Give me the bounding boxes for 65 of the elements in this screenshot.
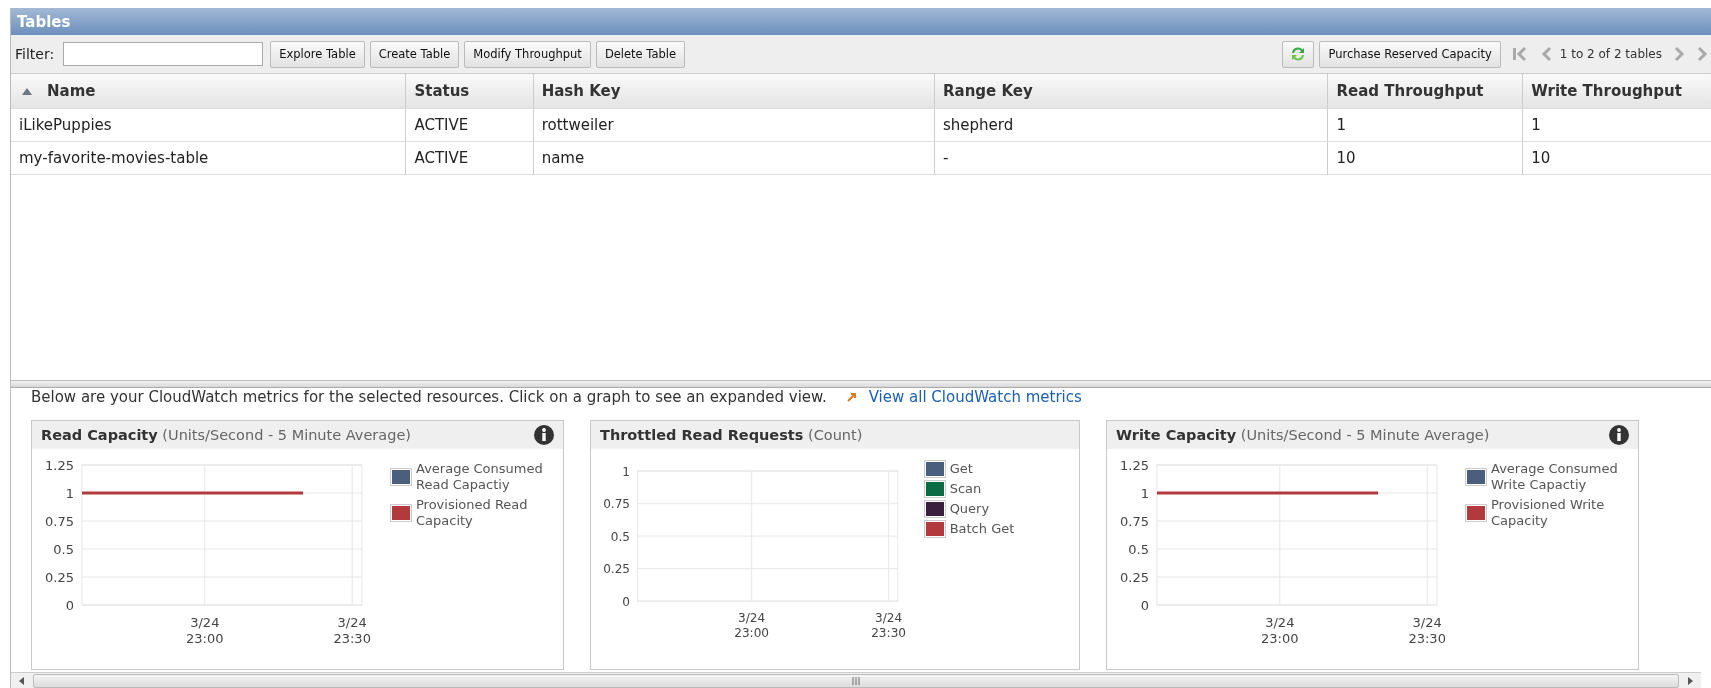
legend-label: Average Consumed Read Capactiy (416, 461, 544, 493)
table-cell: 10 (1328, 142, 1524, 174)
toolbar-button[interactable]: Create Table (369, 40, 460, 68)
y-tick-label: 0 (622, 594, 631, 609)
y-tick-label: 1.25 (45, 458, 74, 473)
legend-label: Get (949, 461, 973, 477)
y-tick-label: 0.75 (1120, 514, 1149, 529)
table-cell: rottweiler (533, 109, 935, 141)
y-tick-label: 0.5 (53, 542, 74, 557)
column-header[interactable]: Range Key (935, 74, 1329, 108)
x-tick-label: 3/24 23:00 (1261, 615, 1299, 646)
table-cell: 10 (1523, 142, 1711, 174)
table-cell: shepherd (935, 109, 1329, 141)
table-cell: ACTIVE (406, 142, 534, 174)
chart-card[interactable]: Read Capacity (Units/Second - 5 Minute Average) 0 0.25 0.5 0.75 1 1.25 3/24 23:00 3/24 23:30 Average Consumed Read Capactiy Provisioned Read Capacity (31, 420, 564, 670)
y-tick-label: 0.5 (1128, 542, 1149, 557)
chart-card[interactable]: Write Capacity (Units/Second - 5 Minute Average) 0 0.25 0.5 0.75 1 1.25 3/24 23:00 3/24 23:30 Average Consumed Write Capactiy Provisioned Write Capacity (1106, 420, 1639, 670)
column-header[interactable]: Read Throughput (1328, 74, 1524, 108)
table-cell: name (533, 142, 935, 174)
column-header[interactable]: Status (406, 74, 534, 108)
x-tick-label: 3/24 23:30 (1408, 615, 1446, 646)
y-tick-label: 1 (65, 486, 74, 501)
y-tick-label: 0.75 (603, 497, 631, 512)
chart-card[interactable]: Throttled Read Requests (Count) 0 0.25 0.5 0.75 1 3/24 23:00 3/24 23:30 Get Scan Query Batch Get (590, 420, 1080, 670)
chart-title: Write Capacity (Units/Second - 5 Minute Average) (1116, 427, 1490, 443)
y-tick-label: 0.25 (45, 570, 74, 585)
table-cell: ACTIVE (406, 109, 534, 141)
y-tick-label: 0.5 (610, 529, 631, 544)
y-tick-label: 1 (622, 464, 631, 479)
x-tick-label: 3/24 23:00 (734, 610, 770, 640)
x-tick-label: 3/24 23:00 (186, 615, 224, 646)
legend-label: Provisioned Write Capacity (1491, 497, 1606, 529)
toolbar-button[interactable]: Delete Table (595, 40, 686, 68)
legend-label: Query (949, 501, 990, 517)
column-header[interactable]: Write Throughput (1523, 74, 1711, 108)
legend-label: Scan (949, 481, 982, 497)
intro-text: Below are your CloudWatch metrics for the selected resources. Click on a graph to see an expanded view. (31, 388, 827, 406)
pager-text: 1 to 2 of 2 tables (1559, 47, 1662, 61)
toolbar-button[interactable]: Explore Table (270, 40, 365, 68)
y-tick-label: 0.25 (603, 562, 631, 577)
table-cell: - (935, 142, 1329, 174)
chart-title: Read Capacity (Units/Second - 5 Minute Average) (41, 427, 411, 443)
legend-label: Batch Get (949, 521, 1015, 537)
legend-label: Average Consumed Write Capactiy (1491, 461, 1619, 493)
column-header[interactable]: Hash Key (533, 74, 935, 108)
table-cell: 1 (1328, 109, 1524, 141)
table-cell: iLikePuppies (11, 109, 407, 141)
filter-label: Filter: (15, 46, 55, 62)
y-tick-label: 0.25 (1120, 570, 1149, 585)
y-tick-label: 1 (1140, 486, 1149, 501)
cloudwatch-link[interactable]: View all CloudWatch metrics (868, 388, 1082, 406)
table-cell: 1 (1523, 109, 1711, 141)
y-tick-label: 0 (65, 598, 74, 613)
x-tick-label: 3/24 23:30 (871, 610, 906, 640)
x-tick-label: 3/24 23:30 (333, 615, 371, 646)
table-cell: my-favorite-movies-table (11, 142, 407, 174)
y-tick-label: 0 (1140, 598, 1149, 613)
column-header[interactable]: Name (11, 74, 407, 108)
chart-title: Throttled Read Requests (Count) (600, 427, 863, 443)
purchase-button[interactable]: Purchase Reserved Capacity (1319, 40, 1501, 68)
panel-title: Tables (17, 12, 71, 31)
y-tick-label: 1.25 (1120, 458, 1149, 473)
legend-label: Provisioned Read Capacity (416, 497, 529, 529)
toolbar-button[interactable]: Modify Throughput (464, 40, 591, 68)
y-tick-label: 0.75 (45, 514, 74, 529)
